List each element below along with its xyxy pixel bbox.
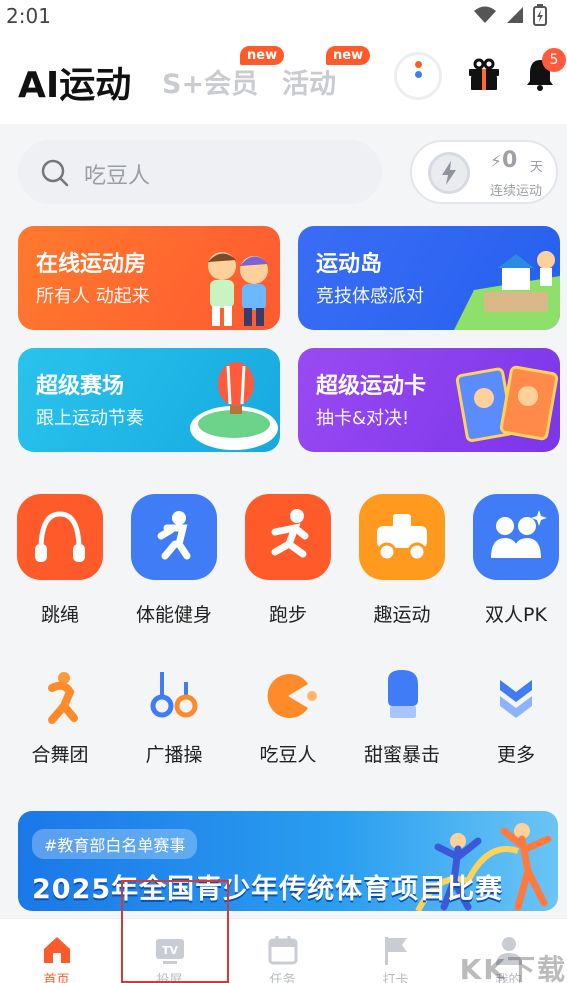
header: AI运动 S+会员 new 活动 new 5	[0, 36, 567, 124]
fitness-icon	[131, 494, 217, 580]
flag-icon	[384, 937, 407, 965]
island-illustration-icon	[454, 251, 560, 330]
tab-svip[interactable]: S+会员	[162, 62, 258, 101]
ring-dot	[415, 71, 422, 78]
highlight-box	[121, 880, 229, 983]
streak-unit: 天	[530, 160, 544, 175]
page-title: AI运动	[18, 65, 132, 106]
card-subtitle: 竞技体感派对	[316, 286, 424, 307]
streak-count: ⚡0	[490, 148, 517, 173]
activity-ring-icon[interactable]	[394, 52, 442, 100]
lightning-icon	[428, 152, 470, 194]
nav-home[interactable]: 首页	[0, 919, 113, 983]
card-title: 超级运动卡	[316, 374, 427, 399]
status-icons	[473, 4, 547, 26]
card-sport-island[interactable]: 运动岛 竞技体感派对	[298, 226, 560, 330]
pacman-icon	[258, 666, 318, 726]
grid-label: 合舞团	[31, 744, 89, 766]
grid-label: 趣运动	[373, 604, 431, 626]
nav-checkin[interactable]: 打卡	[339, 919, 452, 983]
battery-icon	[533, 4, 547, 26]
wifi-icon	[474, 6, 496, 23]
more-icon	[486, 666, 546, 726]
grid-item-running[interactable]: 跑步	[232, 494, 344, 627]
grid-item-duo-pk[interactable]: 双人PK	[460, 494, 567, 627]
trading-cards-icon	[455, 365, 559, 443]
gift-icon[interactable]	[466, 56, 502, 92]
card-title: 运动岛	[316, 252, 383, 277]
streak-label: 连续运动	[490, 184, 543, 199]
card-super-sport-card[interactable]: 超级运动卡 抽卡&对决!	[298, 348, 560, 452]
nav-label: 打卡	[382, 973, 409, 983]
tab-activity[interactable]: 活动	[282, 62, 336, 101]
exercise-icon	[144, 666, 204, 726]
grid-item-dance[interactable]: 合舞团	[4, 666, 116, 767]
grid-label: 甜蜜暴击	[363, 744, 440, 766]
card-online-room[interactable]: 在线运动房 所有人 动起来	[18, 226, 280, 330]
card-subtitle: 抽卡&对决!	[316, 408, 410, 429]
signal-icon	[507, 7, 523, 23]
grid-item-pacman[interactable]: 吃豆人	[232, 666, 344, 767]
card-subtitle: 所有人 动起来	[36, 286, 150, 307]
new-badge: new	[326, 46, 371, 65]
streak-value: 0	[501, 148, 518, 173]
grid-item-jump-rope[interactable]: 跳绳	[4, 494, 116, 627]
card-subtitle: 跟上运动节奏	[36, 408, 144, 429]
kids-illustration-icon	[208, 252, 268, 326]
jump-rope-icon	[17, 494, 103, 580]
grid-label: 双人PK	[485, 604, 547, 626]
duo-pk-icon	[473, 494, 559, 580]
banner-title: 2025年全国青少年传统体育项目比赛	[32, 874, 504, 905]
card-super-arena[interactable]: 超级赛场 跟上运动节奏	[18, 348, 280, 452]
grid-label: 更多	[496, 744, 535, 766]
notification-count: 5	[542, 48, 566, 72]
grid-item-exercise[interactable]: 广播操	[118, 666, 230, 767]
new-badge: new	[240, 46, 285, 65]
promo-banner[interactable]: #教育部白名单赛事 2025年全国青少年传统体育项目比赛	[18, 811, 558, 911]
grid-item-fun-sport[interactable]: 趣运动	[346, 494, 458, 627]
streak-counter[interactable]: ⚡0 天 连续运动	[410, 140, 558, 204]
running-icon	[245, 494, 331, 580]
nav-tasks[interactable]: 任务	[226, 919, 339, 983]
card-title: 在线运动房	[36, 252, 147, 277]
nav-label: 任务	[269, 973, 296, 983]
grid-label: 跳绳	[40, 604, 79, 626]
grid-item-more[interactable]: 更多	[460, 666, 567, 767]
calendar-icon	[268, 936, 297, 965]
grid-label: 体能健身	[135, 604, 212, 626]
stadium-balloon-icon	[190, 362, 278, 450]
dance-icon	[30, 666, 90, 726]
grid-label: 跑步	[268, 604, 307, 626]
boxing-glove-icon	[372, 666, 432, 726]
status-time: 2:01	[6, 4, 51, 28]
search-input[interactable]: 吃豆人	[18, 140, 382, 204]
home-icon	[43, 937, 70, 963]
grid-label: 广播操	[145, 744, 203, 766]
banner-tag: #教育部白名单赛事	[32, 829, 198, 859]
grid-label: 吃豆人	[259, 744, 317, 766]
search-icon	[41, 159, 69, 187]
grid-item-sweet-strike[interactable]: 甜蜜暴击	[346, 666, 458, 767]
card-title: 超级赛场	[36, 374, 125, 399]
ring-dot	[415, 61, 422, 68]
grid-item-fitness[interactable]: 体能健身	[118, 494, 230, 627]
fun-sport-icon	[359, 494, 445, 580]
watermark: KK下载	[459, 953, 567, 983]
nav-label: 首页	[43, 973, 70, 983]
bolt-glyph: ⚡	[490, 152, 502, 172]
status-bar: 2:01	[0, 0, 567, 36]
search-placeholder: 吃豆人	[84, 164, 151, 189]
